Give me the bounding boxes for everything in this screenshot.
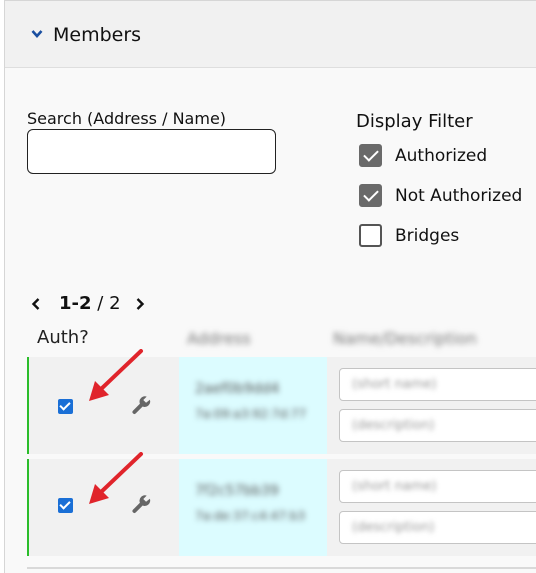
table-row: 7f2c57bb39 7a:de:37:c4:47:b3 (short name…: [27, 452, 536, 556]
table-bottom-divider: [27, 567, 536, 569]
members-panel: Members Search (Address / Name) Display …: [4, 0, 536, 573]
filter-authorized-label: Authorized: [395, 145, 488, 166]
filter-not-authorized[interactable]: Not Authorized: [359, 184, 522, 207]
short-name-placeholder: (short name): [352, 479, 437, 494]
filter-bridges-label: Bridges: [395, 225, 460, 246]
search-input[interactable]: [27, 129, 276, 174]
member-mac: 7a:de:37:c4:47:b3: [195, 509, 306, 523]
page-separator: /: [97, 293, 104, 314]
pagination: 1-2 / 2: [31, 293, 145, 314]
chevron-left-icon[interactable]: [31, 297, 41, 311]
page-total: 2: [109, 293, 121, 314]
description-input[interactable]: (description): [339, 409, 536, 442]
page-range: 1-2: [59, 293, 92, 314]
filter-not-authorized-checkbox[interactable]: [359, 184, 382, 207]
authorize-checkbox[interactable]: [58, 399, 73, 414]
column-header-name: Name/Description: [333, 329, 477, 348]
filter-bridges-checkbox[interactable]: [359, 224, 382, 247]
short-name-input[interactable]: (short name): [339, 368, 536, 401]
description-placeholder: (description): [352, 520, 435, 535]
search-label: Search (Address / Name): [27, 109, 227, 128]
chevron-right-icon[interactable]: [135, 297, 145, 311]
member-address: 7f2c57bb39: [195, 483, 279, 499]
description-input[interactable]: (description): [339, 511, 536, 544]
member-mac: 7a:09:a3:92:7d:77: [195, 407, 307, 421]
table-row: 2aef0b9dd4 7a:09:a3:92:7d:77 (short name…: [27, 349, 536, 454]
panel-header[interactable]: Members: [5, 1, 536, 68]
filter-not-authorized-label: Not Authorized: [395, 185, 523, 206]
address-cell: 2aef0b9dd4 7a:09:a3:92:7d:77: [179, 357, 327, 454]
chevron-down-icon[interactable]: [31, 29, 43, 39]
filter-authorized[interactable]: Authorized: [359, 144, 487, 167]
column-header-auth: Auth?: [37, 327, 89, 348]
address-cell: 7f2c57bb39 7a:de:37:c4:47:b3: [179, 459, 327, 556]
short-name-input[interactable]: (short name): [339, 470, 536, 503]
description-placeholder: (description): [352, 418, 435, 433]
column-header-address: Address: [187, 329, 251, 348]
filter-bridges[interactable]: Bridges: [359, 224, 459, 247]
red-arrow-annotation: [89, 452, 143, 504]
member-address: 2aef0b9dd4: [195, 381, 280, 397]
red-arrow-annotation: [89, 349, 143, 401]
panel-title: Members: [53, 24, 142, 46]
short-name-placeholder: (short name): [352, 377, 437, 392]
filter-authorized-checkbox[interactable]: [359, 144, 382, 167]
display-filter-title: Display Filter: [356, 111, 473, 132]
authorize-checkbox[interactable]: [58, 498, 73, 513]
pagination-text: 1-2 / 2: [59, 293, 121, 314]
